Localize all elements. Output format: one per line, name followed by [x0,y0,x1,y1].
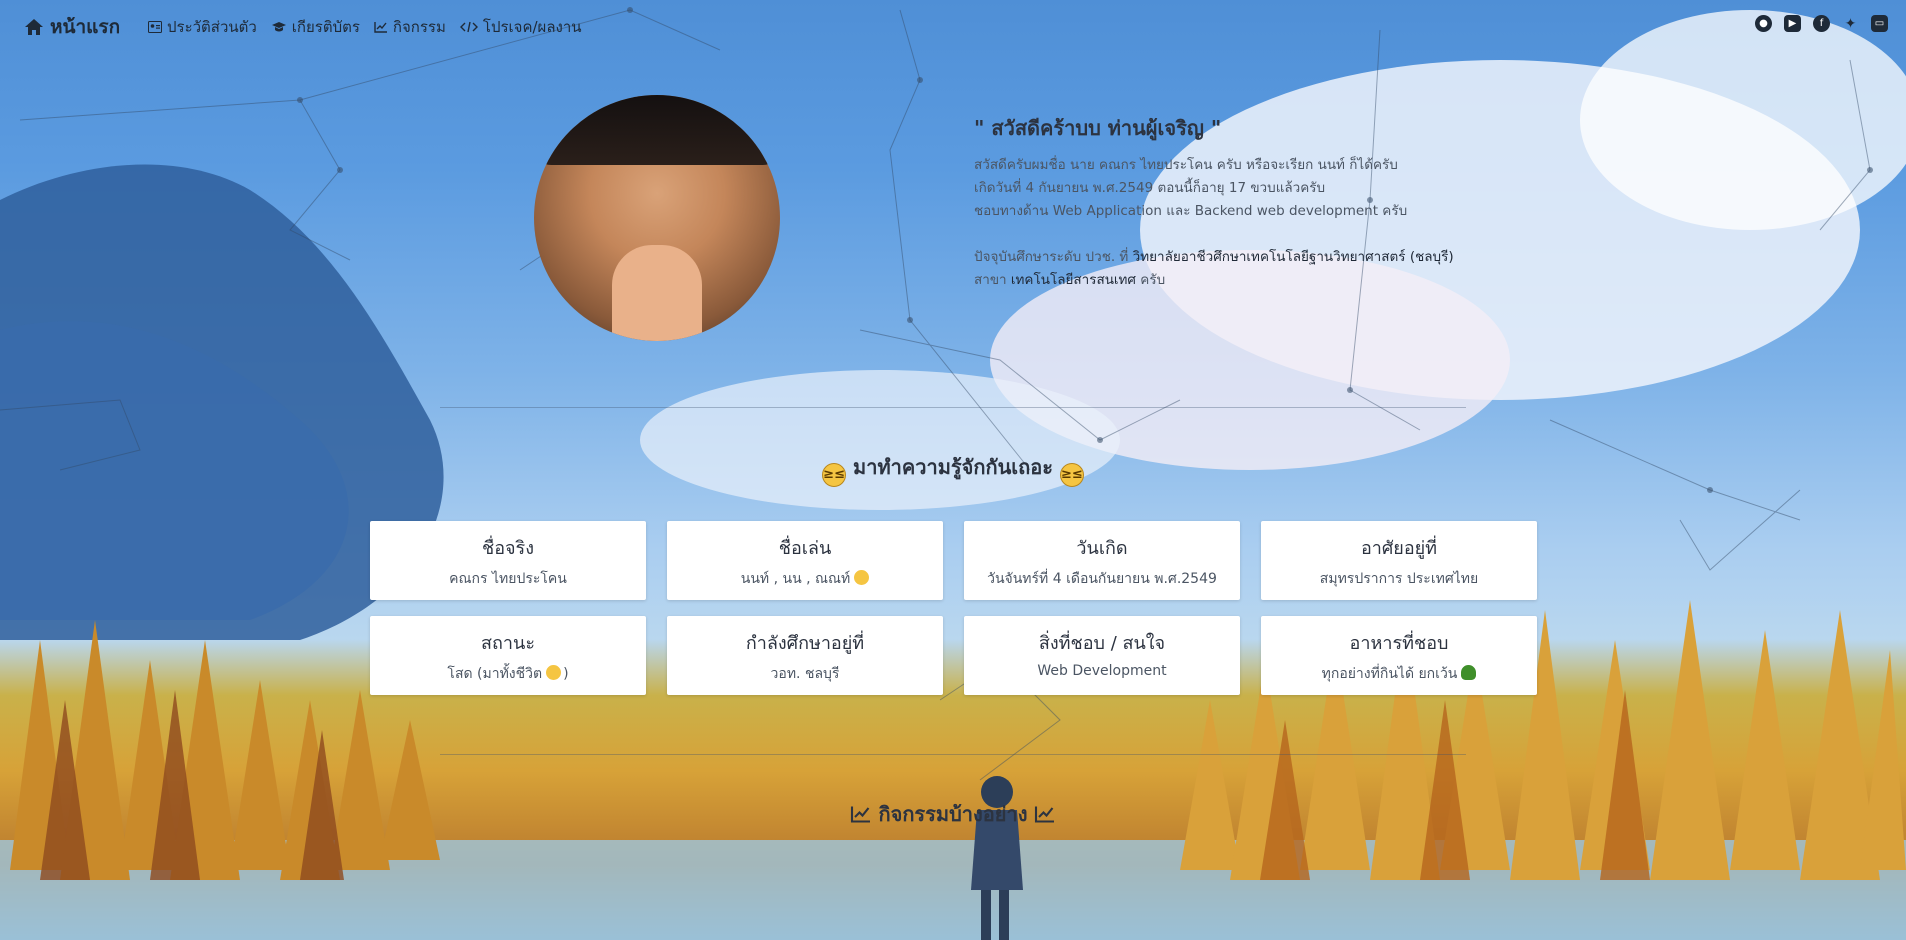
intro-line: สวัสดีครับผมชื่อ นาย คณกร ไทยประโคน ครับ… [974,157,1398,173]
activity-title-text: กิจกรรมบ้างอย่าง [878,802,1028,826]
info-card-realname: ชื่อจริง คณกร ไทยประโคน [370,521,646,600]
laughing-emoji-icon: ≥≤ [822,463,847,487]
nav-link-label: กิจกรรม [392,18,446,36]
home-icon [25,19,43,35]
nav-link-label: เกียรติบัตร [291,18,360,36]
nav-links: ประวัติส่วนตัว เกียรติบัตร กิจกรรม โปรเจ… [148,15,582,39]
info-card-interests: สิ่งที่ชอบ / สนใจ Web Development [964,616,1240,695]
intro-text: " สวัสดีคร้าบบ ท่านผู้เจริญ " สวัสดีครับ… [974,112,1534,292]
graduation-cap-icon [271,22,286,32]
crying-emoji-icon [546,665,562,680]
info-card-residence: อาศัยอยู่ที่ สมุทรปราการ ประเทศไทย [1261,521,1537,600]
broccoli-icon [1461,665,1477,680]
github-icon[interactable]: ● [1755,15,1772,32]
about-title: ≥≤ มาทำความรู้จักกันเถอะ ≥≤ [0,451,1906,487]
girl-silhouette [971,776,1023,940]
info-card-school: กำลังศึกษาอยู่ที่ วอท. ชลบุรี [667,616,943,695]
greeting-heading: " สวัสดีคร้าบบ ท่านผู้เจริญ " [974,116,1222,140]
twitter-icon[interactable]: ✦ [1842,15,1859,32]
wallet-icon[interactable]: ▭ [1871,15,1888,32]
activity-title: กิจกรรมบ้างอย่าง [0,798,1906,830]
home-link[interactable]: หน้าแรก [24,12,120,42]
major-name: เทคโนโลยีสารสนเทศ [1010,272,1137,288]
about-title-text: มาทำความรู้จักกันเถอะ [853,455,1053,479]
facebook-icon[interactable]: f [1813,15,1830,32]
about-cards: ชื่อจริง คณกร ไทยประโคน ชื่อเล่น นนท์ , … [370,521,1537,695]
brand-label: หน้าแรก [50,16,121,38]
chart-line-icon [1035,806,1055,823]
nav-link-projects[interactable]: โปรเจค/ผลงาน [459,15,582,39]
info-card-food: อาหารที่ชอบ ทุกอย่างที่กินได้ ยกเว้น [1261,616,1537,695]
intro-school-line: ปัจจุบันศึกษาระดับ ปวช. ที่ วิทยาลัยอาชี… [974,249,1454,265]
nav-link-certificates[interactable]: เกียรติบัตร [271,15,360,39]
school-name: วิทยาลัยอาชีวศึกษาเทคโนโลยีฐานวิทยาศาสตร… [1132,249,1454,265]
intro-major-line: สาขา เทคโนโลยีสารสนเทศ ครับ [974,272,1166,288]
info-card-status: สถานะ โสด (มาทั้งชีวิต) [370,616,646,695]
code-icon [459,21,478,33]
laughing-emoji-icon: ≥≤ [1059,463,1084,487]
info-card-birthday: วันเกิด วันจันทร์ที่ 4 เดือนกันยายน พ.ศ.… [964,521,1240,600]
social-links: ● ▶ f ✦ ▭ [1755,15,1888,32]
chart-line-icon [850,806,870,823]
nav-link-profile[interactable]: ประวัติส่วนตัว [148,15,257,39]
youtube-icon[interactable]: ▶ [1784,15,1801,32]
intro-line: เกิดวันที่ 4 กันยายน พ.ศ.2549 ตอนนี้ก็อา… [974,180,1326,196]
divider [440,754,1466,755]
nav-link-label: ประวัติส่วนตัว [167,18,257,36]
navbar: หน้าแรก ประวัติส่วนตัว เกียรติบัตร กิจกร… [0,0,1906,50]
laugh-emoji-icon [854,570,870,585]
nav-link-label: โปรเจค/ผลงาน [482,18,582,36]
id-card-icon [148,21,162,33]
info-card-nickname: ชื่อเล่น นนท์ , นน , ณณท์ [667,521,943,600]
divider [440,407,1466,408]
chart-line-icon [374,22,387,33]
nav-link-activities[interactable]: กิจกรรม [374,15,446,39]
intro-line: ชอบทางด้าน Web Application และ Backend w… [974,203,1408,219]
profile-avatar [534,95,780,341]
